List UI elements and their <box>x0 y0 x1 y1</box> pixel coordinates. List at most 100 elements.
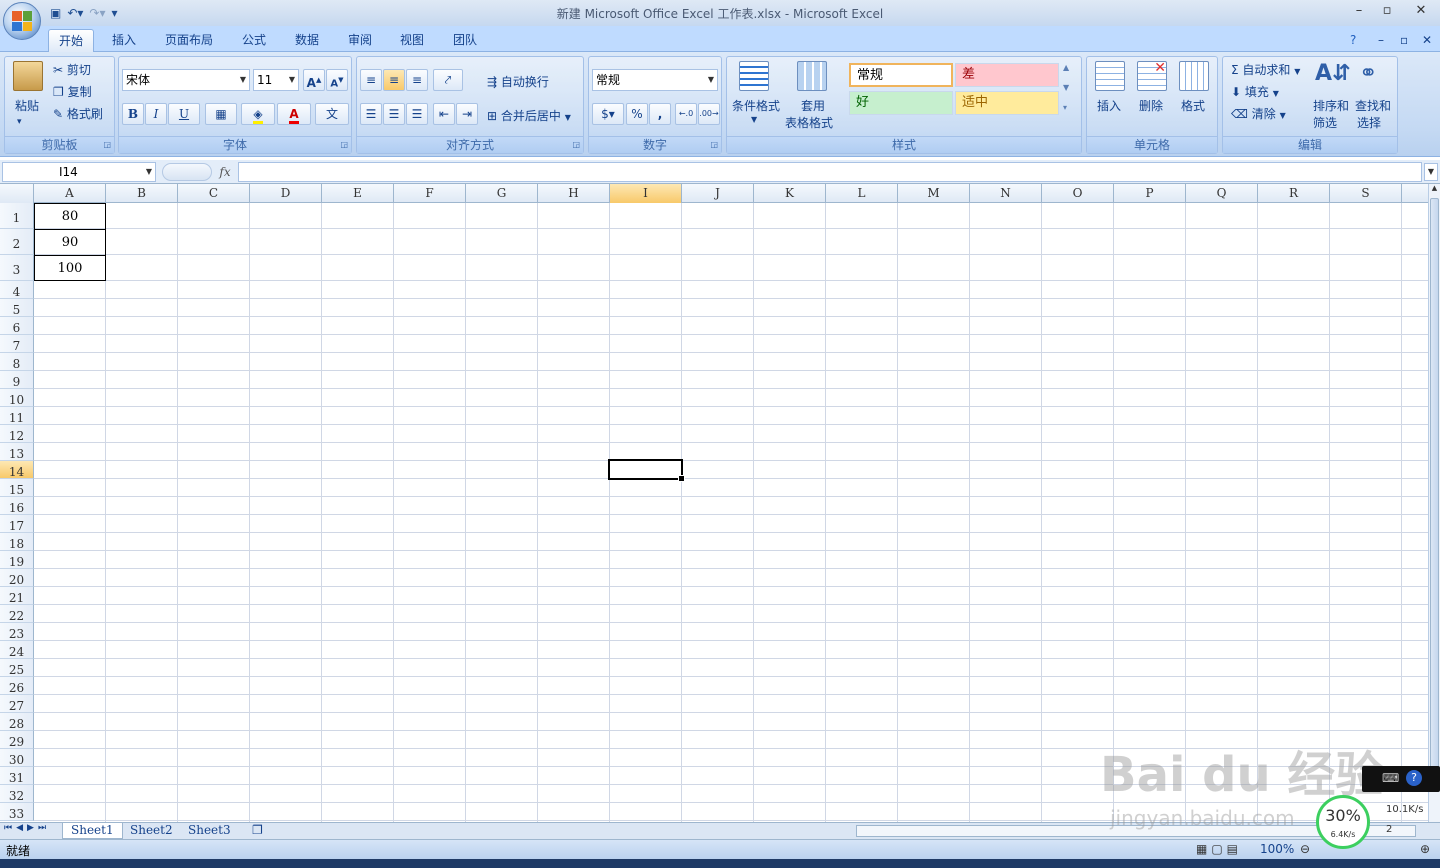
merge-center-button[interactable]: ⊞ 合并后居中 ▼ <box>487 107 571 124</box>
copy-button[interactable]: ❐ 复制 <box>53 83 92 100</box>
minimize-button[interactable]: – <box>1346 2 1372 20</box>
column-header-C[interactable]: C <box>178 184 250 203</box>
paste-button[interactable]: 粘贴 <box>15 97 39 114</box>
number-format-select[interactable]: 常规 ▼ <box>592 69 718 91</box>
row-header-25[interactable]: 25 <box>0 659 34 677</box>
tab-formulas[interactable]: 公式 <box>232 29 276 52</box>
insert-sheet-icon[interactable]: ❐ <box>244 823 271 839</box>
cell-A1[interactable]: 80 <box>34 203 106 229</box>
tab-page-layout[interactable]: 页面布局 <box>155 29 223 52</box>
column-header-H[interactable]: H <box>538 184 610 203</box>
column-header-F[interactable]: F <box>394 184 466 203</box>
row-header-22[interactable]: 22 <box>0 605 34 623</box>
styles-more-icon[interactable]: ▾ <box>1063 103 1067 112</box>
font-launcher-icon[interactable]: ◲ <box>340 140 348 149</box>
align-top-button[interactable]: ≡ <box>360 69 382 91</box>
cpu-gauge[interactable]: 30% 6.4K/s <box>1316 795 1370 849</box>
row-header-23[interactable]: 23 <box>0 623 34 641</box>
fill-color-button[interactable]: ◈ <box>241 103 275 125</box>
cut-button[interactable]: ✂ 剪切 <box>53 61 91 78</box>
column-header-J[interactable]: J <box>682 184 754 203</box>
sort-filter-line2[interactable]: 筛选 <box>1313 114 1337 131</box>
ribbon-close-icon[interactable]: ✕ <box>1422 29 1432 52</box>
tab-view[interactable]: 视图 <box>390 29 434 52</box>
border-button[interactable]: ▦ <box>205 103 237 125</box>
vertical-scrollbar[interactable]: ▲ <box>1428 184 1440 822</box>
decrease-indent-button[interactable]: ⇤ <box>433 103 455 125</box>
zoom-in-icon[interactable]: ⊕ <box>1420 842 1430 856</box>
row-header-12[interactable]: 12 <box>0 425 34 443</box>
row-header-18[interactable]: 18 <box>0 533 34 551</box>
sheet-nav-arrows-icon[interactable]: ⏮◀▶⏭ <box>4 823 50 833</box>
row-header-1[interactable]: 1 <box>0 203 34 229</box>
column-header-Q[interactable]: Q <box>1186 184 1258 203</box>
active-cell-I14[interactable] <box>608 459 685 482</box>
help-icon[interactable]: ? <box>1350 29 1356 52</box>
ribbon-restore-icon[interactable]: ▫ <box>1400 29 1408 52</box>
row-header-28[interactable]: 28 <box>0 713 34 731</box>
worksheet-grid[interactable]: ABCDEFGHIJKLMNOPQRS 1 2 3 4 5 6 7 8 9 10 11 12 13 14 1… <box>0 184 1428 822</box>
row-header-33[interactable]: 33 <box>0 803 34 821</box>
increase-decimal-button[interactable]: ←.0 <box>675 103 697 125</box>
keyboard-icon[interactable]: ⌨ <box>1382 771 1399 785</box>
cell-A2[interactable]: 90 <box>34 229 106 255</box>
format-cells-icon[interactable] <box>1179 61 1209 91</box>
styles-scroll-up-icon[interactable]: ▲ <box>1063 63 1069 72</box>
align-bottom-button[interactable]: ≡ <box>406 69 428 91</box>
font-size-select[interactable]: 11 ▼ <box>253 69 299 91</box>
sheet-tab-1[interactable]: Sheet1 <box>62 823 123 839</box>
row-header-3[interactable]: 3 <box>0 255 34 281</box>
row-header-30[interactable]: 30 <box>0 749 34 767</box>
tab-insert[interactable]: 插入 <box>102 29 146 52</box>
conditional-format-icon[interactable] <box>739 61 769 91</box>
row-header-7[interactable]: 7 <box>0 335 34 353</box>
column-header-R[interactable]: R <box>1258 184 1330 203</box>
row-header-6[interactable]: 6 <box>0 317 34 335</box>
style-neutral[interactable]: 适中 <box>955 91 1059 115</box>
sort-filter-icon[interactable]: A⇵ <box>1315 61 1350 86</box>
row-header-24[interactable]: 24 <box>0 641 34 659</box>
clear-button[interactable]: ⌫ 清除 ▼ <box>1231 105 1286 122</box>
select-all-corner[interactable] <box>0 184 34 203</box>
close-button[interactable]: ✕ <box>1408 2 1434 20</box>
view-buttons-icon[interactable]: ▦▢▤ <box>1196 842 1242 856</box>
column-header-O[interactable]: O <box>1042 184 1114 203</box>
column-header-B[interactable]: B <box>106 184 178 203</box>
cell-A3[interactable]: 100 <box>34 255 106 281</box>
row-header-9[interactable]: 9 <box>0 371 34 389</box>
row-header-14[interactable]: 14 <box>0 461 34 479</box>
align-center-button[interactable]: ☰ <box>383 103 405 125</box>
conditional-format-button[interactable]: 条件格式 <box>732 97 780 114</box>
delete-cells-button[interactable]: 删除 <box>1139 97 1163 114</box>
row-header-32[interactable]: 32 <box>0 785 34 803</box>
align-left-button[interactable]: ☰ <box>360 103 382 125</box>
find-select-line2[interactable]: 选择 <box>1357 114 1381 131</box>
formula-input[interactable] <box>238 162 1422 182</box>
tab-review[interactable]: 审阅 <box>338 29 382 52</box>
row-header-13[interactable]: 13 <box>0 443 34 461</box>
decrease-decimal-button[interactable]: .00→ <box>698 103 720 125</box>
row-header-15[interactable]: 15 <box>0 479 34 497</box>
name-box[interactable]: I14 ▼ <box>2 162 156 182</box>
style-normal[interactable]: 常规 <box>849 63 953 87</box>
row-header-31[interactable]: 31 <box>0 767 34 785</box>
sort-filter-line1[interactable]: 排序和 <box>1313 97 1349 114</box>
row-header-17[interactable]: 17 <box>0 515 34 533</box>
column-header-I[interactable]: I <box>610 184 682 203</box>
find-select-line1[interactable]: 查找和 <box>1355 97 1391 114</box>
column-header-M[interactable]: M <box>898 184 970 203</box>
row-header-2[interactable]: 2 <box>0 229 34 255</box>
wrap-text-button[interactable]: ⇶ 自动换行 <box>487 73 549 90</box>
binoculars-icon[interactable]: ⚭ <box>1359 61 1377 86</box>
row-header-19[interactable]: 19 <box>0 551 34 569</box>
column-header-G[interactable]: G <box>466 184 538 203</box>
align-middle-button[interactable]: ≡ <box>383 69 405 91</box>
row-header-11[interactable]: 11 <box>0 407 34 425</box>
column-header-D[interactable]: D <box>250 184 322 203</box>
sheet-tab-3[interactable]: Sheet3 <box>180 823 239 839</box>
format-cells-button[interactable]: 格式 <box>1181 97 1205 114</box>
column-header-N[interactable]: N <box>970 184 1042 203</box>
number-launcher-icon[interactable]: ◲ <box>710 140 718 149</box>
font-color-button[interactable]: A <box>277 103 311 125</box>
table-format-line1[interactable]: 套用 <box>801 97 825 114</box>
